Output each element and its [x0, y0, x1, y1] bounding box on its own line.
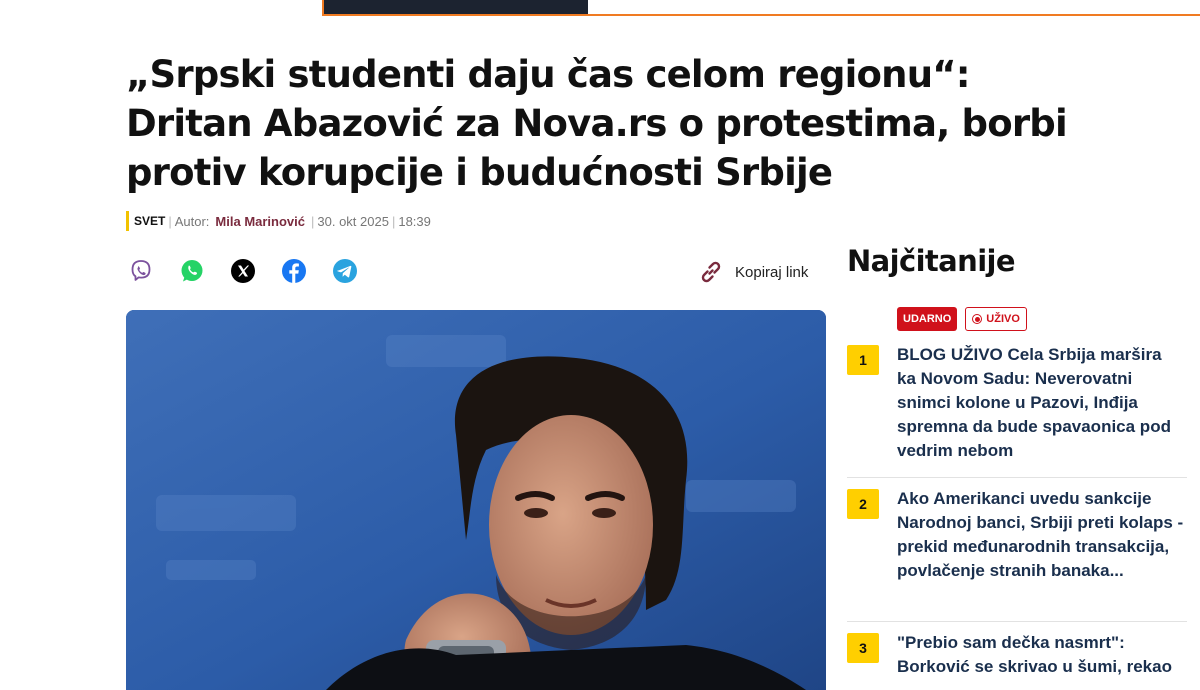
- divider: [847, 621, 1187, 622]
- publish-time: 18:39: [398, 213, 431, 229]
- badge-uzivo[interactable]: UŽIVO: [965, 307, 1027, 331]
- banner-image: [324, 0, 588, 14]
- top-banner[interactable]: [322, 0, 1200, 16]
- share-buttons: [128, 258, 358, 284]
- telegram-icon[interactable]: [332, 258, 358, 284]
- hero-image[interactable]: [126, 310, 826, 690]
- link-icon: [701, 261, 721, 283]
- badges: UDARNO UŽIVO: [897, 307, 1027, 331]
- category-label[interactable]: SVET: [134, 214, 165, 228]
- most-read-item[interactable]: 3 "Prebio sam dečka nasmrt": Borković se…: [847, 631, 1187, 679]
- facebook-icon[interactable]: [281, 258, 307, 284]
- x-icon[interactable]: [230, 258, 256, 284]
- copy-link-button[interactable]: Kopiraj link: [697, 258, 808, 286]
- portrait-photo: [126, 310, 826, 690]
- copy-link-label: Kopiraj link: [735, 263, 809, 281]
- badge-udarno[interactable]: UDARNO: [897, 307, 958, 331]
- meta-separator: |: [168, 213, 172, 229]
- author-name[interactable]: Mila Marinović: [215, 214, 305, 229]
- rank-number: 1: [847, 345, 879, 375]
- article-headline: „Srpski studenti daju čas celom regionu“…: [126, 53, 1068, 194]
- most-read-item[interactable]: 1 BLOG UŽIVO Cela Srbija maršira ka Novo…: [847, 343, 1187, 463]
- meta-separator: |: [391, 213, 396, 229]
- most-read-link[interactable]: BLOG UŽIVO Cela Srbija maršira ka Novom …: [897, 343, 1185, 463]
- most-read-title: Najčitanije: [847, 244, 1016, 278]
- live-dot-icon: [972, 314, 983, 324]
- whatsapp-icon[interactable]: [179, 258, 205, 284]
- article-meta: SVET | Autor: Mila Marinović | 30. okt 2…: [126, 211, 431, 231]
- author-label: Autor:: [174, 213, 210, 229]
- rank-number: 2: [847, 489, 879, 519]
- most-read-link[interactable]: Ako Amerikanci uvedu sankcije Narodnoj b…: [897, 487, 1185, 583]
- rank-number: 3: [847, 633, 879, 663]
- most-read-link[interactable]: "Prebio sam dečka nasmrt": Borković se s…: [897, 631, 1185, 679]
- badge-uzivo-label: UŽIVO: [986, 313, 1020, 325]
- divider: [847, 477, 1187, 478]
- meta-separator: |: [311, 213, 315, 229]
- publish-date: 30. okt 2025: [317, 213, 389, 229]
- viber-icon[interactable]: [128, 258, 154, 284]
- most-read-item[interactable]: 2 Ako Amerikanci uvedu sankcije Narodnoj…: [847, 487, 1187, 583]
